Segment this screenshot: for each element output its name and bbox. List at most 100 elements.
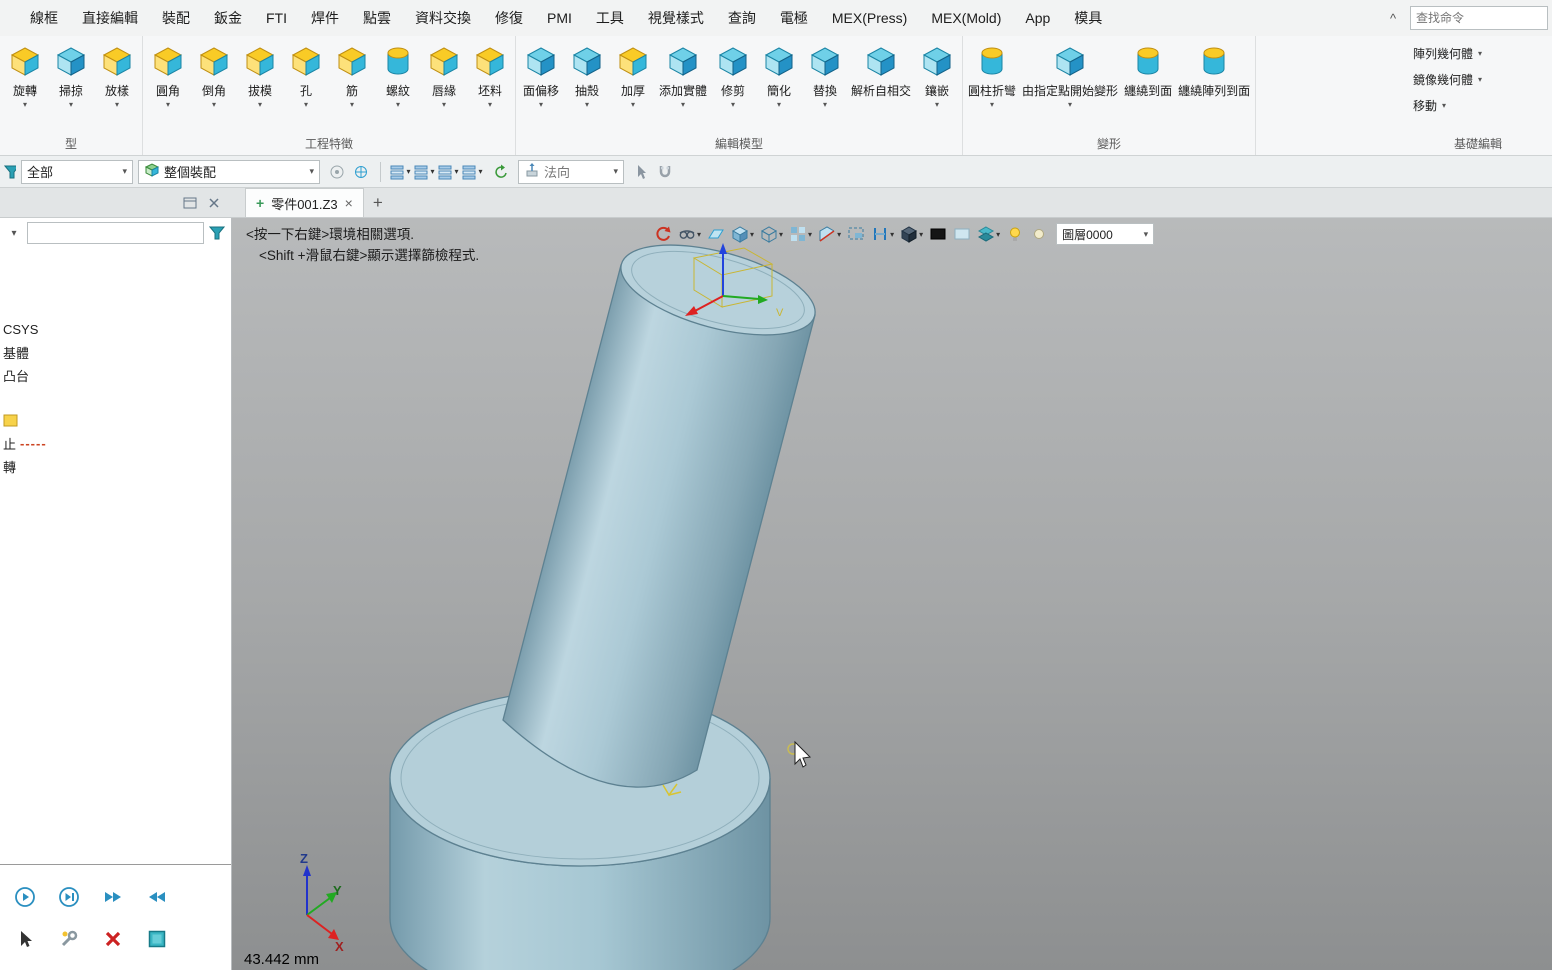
ribbon-tool-button[interactable]: 簡化 ▾ xyxy=(756,40,802,110)
menu-item[interactable]: MEX(Mold) xyxy=(919,0,1013,36)
ribbon-tool-button[interactable]: 抽殼 ▾ xyxy=(564,40,610,110)
menu-item[interactable]: 點雲 xyxy=(351,0,403,36)
align-view-icon[interactable]: ▾ xyxy=(869,222,896,246)
delete-red-icon[interactable] xyxy=(92,923,134,955)
chevron-down-icon[interactable]: ▾ xyxy=(585,99,589,110)
chevron-down-icon[interactable]: ▾ xyxy=(1442,101,1446,110)
funnel-filter-icon[interactable] xyxy=(207,224,227,242)
chevron-down-icon[interactable]: ▾ xyxy=(823,99,827,110)
chevron-down-icon[interactable]: ▾ xyxy=(166,99,170,110)
menu-item[interactable]: 視覺樣式 xyxy=(636,0,716,36)
chevron-down-icon[interactable]: ▾ xyxy=(304,99,308,110)
chevron-down-icon[interactable]: ▾ xyxy=(539,99,543,110)
ribbon-tool-button[interactable]: 旋轉 ▾ xyxy=(2,40,48,110)
menu-item[interactable]: App xyxy=(1013,0,1062,36)
ribbon-tool-button[interactable]: 由指定點開始變形 ▾ xyxy=(1019,40,1121,110)
menu-item[interactable]: 模具 xyxy=(1062,0,1114,36)
undo-view-icon[interactable] xyxy=(652,222,674,246)
filter-table-icon[interactable]: ▾ xyxy=(412,160,436,184)
menu-item[interactable]: 查詢 xyxy=(716,0,768,36)
tree-item[interactable]: 凸台 xyxy=(3,364,231,387)
tree-item[interactable]: 基體 xyxy=(3,341,231,364)
assembly-scope-dropdown[interactable]: 整個裝配 ▾ xyxy=(138,159,320,184)
viewport-3d[interactable]: V Z Y X <按一下右鍵>環境相關選項. <Shift +滑鼠右鍵>顯示選擇… xyxy=(232,218,1552,970)
menu-item[interactable]: 線框 xyxy=(18,0,70,36)
chevron-down-icon[interactable]: ▾ xyxy=(488,99,492,110)
chevron-down-icon[interactable]: ▾ xyxy=(1478,75,1482,84)
menu-item[interactable]: FTI xyxy=(254,0,299,36)
background-dark-icon[interactable] xyxy=(927,222,949,246)
panel-minimize-icon[interactable] xyxy=(178,191,202,215)
ribbon-tool-button[interactable]: 圓柱折彎 ▾ xyxy=(965,40,1019,110)
menu-item[interactable]: 修復 xyxy=(483,0,535,36)
menu-item[interactable]: 直接編輯 xyxy=(70,0,150,36)
tree-item[interactable] xyxy=(3,409,231,432)
ribbon-tool-button[interactable]: 掃掠 ▾ xyxy=(48,40,94,110)
pattern-view-icon[interactable]: ▾ xyxy=(787,222,814,246)
command-search-input[interactable] xyxy=(1416,11,1542,25)
filter-flag-icon[interactable]: ▾ xyxy=(460,160,484,184)
chevron-down-icon[interactable]: ▾ xyxy=(115,99,119,110)
section-view-icon[interactable]: ▾ xyxy=(816,222,843,246)
ribbon-tool-button[interactable]: 放樣 ▾ xyxy=(94,40,140,110)
pointer-icon[interactable] xyxy=(4,923,46,955)
ribbon-tool-button[interactable]: 加厚 ▾ xyxy=(610,40,656,110)
chevron-down-icon[interactable]: ▾ xyxy=(350,99,354,110)
ribbon-tool-button[interactable]: 修剪 ▾ xyxy=(710,40,756,110)
replay-start-icon[interactable] xyxy=(4,881,46,913)
ribbon-tool-button[interactable]: 鏡像幾何體 ▾ xyxy=(1408,66,1548,92)
snap-magnet-icon[interactable] xyxy=(653,160,677,184)
chevron-down-icon[interactable]: ▾ xyxy=(69,99,73,110)
chevron-down-icon[interactable]: ▾ xyxy=(731,99,735,110)
ribbon-tool-button[interactable]: 坯料 ▾ xyxy=(467,40,513,110)
chevron-down-icon[interactable]: ▾ xyxy=(212,99,216,110)
menu-item[interactable]: PMI xyxy=(535,0,584,36)
ribbon-tool-button[interactable]: 移動 ▾ xyxy=(1408,92,1548,118)
ribbon-tool-button[interactable]: 面偏移 ▾ xyxy=(518,40,564,110)
ribbon-tool-button[interactable]: 倒角 ▾ xyxy=(191,40,237,110)
menu-item[interactable]: 工具 xyxy=(584,0,636,36)
ribbon-tool-button[interactable]: 拔模 ▾ xyxy=(237,40,283,110)
chevron-down-icon[interactable]: ▾ xyxy=(990,99,994,110)
render-mode-icon[interactable]: ▾ xyxy=(898,222,925,246)
tree-item[interactable]: CSYS xyxy=(3,318,231,341)
model-3d-scene[interactable]: V Z Y X xyxy=(232,218,1552,970)
ribbon-tool-button[interactable]: 解析自相交 xyxy=(848,40,914,110)
ribbon-tool-button[interactable]: 唇緣 ▾ xyxy=(421,40,467,110)
ribbon-tool-button[interactable]: 陣列幾何體 ▾ xyxy=(1408,40,1548,66)
reproject-icon[interactable] xyxy=(349,160,373,184)
ribbon-tool-button[interactable]: 替換 ▾ xyxy=(802,40,848,110)
menu-item[interactable]: 電極 xyxy=(768,0,820,36)
filter-type-dropdown[interactable]: ▾ xyxy=(4,228,24,239)
chevron-down-icon[interactable]: ▾ xyxy=(935,99,939,110)
new-tab-button[interactable]: + xyxy=(364,188,392,217)
menu-item[interactable]: 鈑金 xyxy=(202,0,254,36)
chevron-down-icon[interactable]: ▾ xyxy=(631,99,635,110)
ribbon-tool-button[interactable]: 纏繞陣列到面 xyxy=(1175,40,1253,110)
menu-item[interactable]: 焊件 xyxy=(299,0,351,36)
document-tab[interactable]: + 零件001.Z3 × xyxy=(245,188,364,217)
ribbon-tool-button[interactable]: 添加實體 ▾ xyxy=(656,40,710,110)
chevron-down-icon[interactable]: ▾ xyxy=(23,99,27,110)
chevron-down-icon[interactable]: ▾ xyxy=(777,99,781,110)
layer-dropdown[interactable]: 圖層0000 ▾ xyxy=(1056,223,1155,245)
filter-list-icon[interactable]: ▾ xyxy=(388,160,412,184)
plane-display-icon[interactable] xyxy=(705,222,727,246)
tab-close-icon[interactable]: × xyxy=(345,195,353,211)
chevron-down-icon[interactable]: ▾ xyxy=(258,99,262,110)
ribbon-tool-button[interactable]: 圓角 ▾ xyxy=(145,40,191,110)
replay-to-end-icon[interactable] xyxy=(48,881,90,913)
zoom-window-icon[interactable] xyxy=(845,222,867,246)
chevron-down-icon[interactable]: ▾ xyxy=(442,99,446,110)
shaded-view-icon[interactable]: ▾ xyxy=(729,222,756,246)
cursor-select-icon[interactable] xyxy=(629,160,653,184)
chevron-down-icon[interactable]: ▾ xyxy=(681,99,685,110)
fast-forward-icon[interactable] xyxy=(92,881,134,913)
tree-item[interactable]: 轉 xyxy=(3,455,231,478)
pick-list-icon[interactable] xyxy=(325,160,349,184)
clipped-filter-icon[interactable] xyxy=(4,164,16,180)
ribbon-tool-button[interactable]: 纏繞到面 xyxy=(1121,40,1175,110)
regen-tool-icon[interactable] xyxy=(48,923,90,955)
point-light-icon[interactable] xyxy=(1028,222,1050,246)
ribbon-tool-button[interactable]: 孔 ▾ xyxy=(283,40,329,110)
